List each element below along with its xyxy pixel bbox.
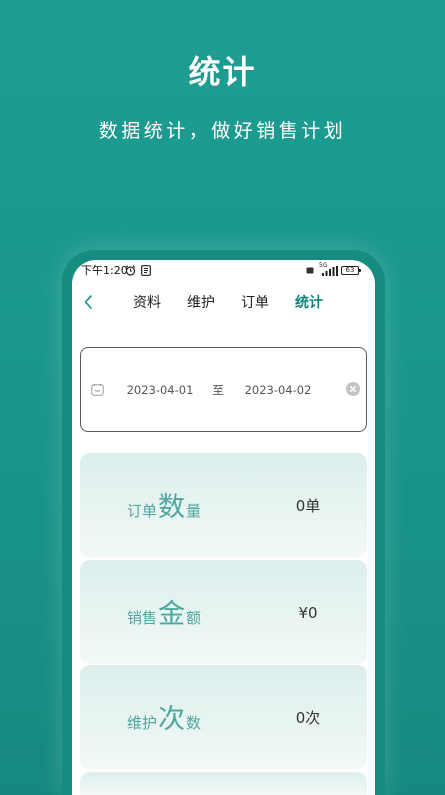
clear-icon[interactable]: [346, 382, 360, 396]
page-subtitle: 数据统计，做好销售计划: [98, 120, 347, 142]
stat-card-maintenance-count: 维护 次 数 0次: [80, 665, 367, 769]
stat-label-suffix: 数: [186, 714, 202, 732]
stat-card-sales-amount: 销售 金 额 ¥0: [80, 560, 367, 664]
status-time: 下午1:20: [81, 264, 128, 277]
start-date[interactable]: 2023-04-01: [124, 382, 196, 398]
stat-value: 0次: [295, 709, 321, 727]
stat-label-suffix: 额: [186, 609, 202, 627]
stat-label: 维护 次 数: [127, 705, 201, 738]
stat-label-prefix: 订单: [127, 502, 158, 520]
phone-mockup: 下午1:20 5G 63 资料 维护 订单 统计 2023-04-01 至 20…: [62, 250, 385, 795]
stat-value: 0单: [295, 497, 321, 515]
calendar-icon: [91, 383, 104, 396]
stat-label-emphasis: 次: [158, 704, 186, 735]
alarm-icon: [125, 265, 136, 276]
stat-label: 销售 金 额: [127, 600, 201, 633]
stat-value: ¥0: [298, 604, 318, 622]
tab-orders[interactable]: 订单: [228, 293, 282, 313]
date-separator: 至: [212, 383, 224, 397]
page-title: 统计: [188, 53, 257, 91]
stat-card-order-count: 订单 数 量 0单: [80, 453, 367, 557]
promo-page: 统计 数据统计，做好销售计划 下午1:20 5G 63 资料 维护 订单 统计 …: [0, 0, 445, 795]
end-date[interactable]: 2023-04-02: [242, 382, 314, 398]
stat-label-suffix: 量: [186, 502, 202, 520]
hd-icon: [306, 267, 314, 274]
battery-icon: 63: [341, 266, 361, 275]
notification-icon: [141, 265, 151, 276]
tab-maintenance[interactable]: 维护: [174, 293, 228, 313]
chevron-left-icon[interactable]: [82, 294, 96, 310]
date-range-picker[interactable]: 2023-04-01 至 2023-04-02: [80, 347, 367, 432]
stat-label-prefix: 销售: [127, 609, 158, 627]
tab-statistics[interactable]: 统计: [282, 293, 336, 313]
signal-icon: [322, 266, 338, 276]
stat-label-emphasis: 金: [158, 599, 186, 630]
tab-info[interactable]: 资料: [120, 293, 174, 313]
stat-label-emphasis: 数: [158, 492, 186, 523]
stat-card-partial: [80, 772, 367, 795]
stat-label-prefix: 维护: [127, 714, 158, 732]
phone-screen: 下午1:20 5G 63 资料 维护 订单 统计 2023-04-01 至 20…: [72, 260, 375, 795]
status-bar: 下午1:20 5G 63: [72, 262, 375, 279]
tab-bar: 资料 维护 订单 统计: [120, 293, 336, 313]
stat-label: 订单 数 量: [127, 493, 201, 526]
